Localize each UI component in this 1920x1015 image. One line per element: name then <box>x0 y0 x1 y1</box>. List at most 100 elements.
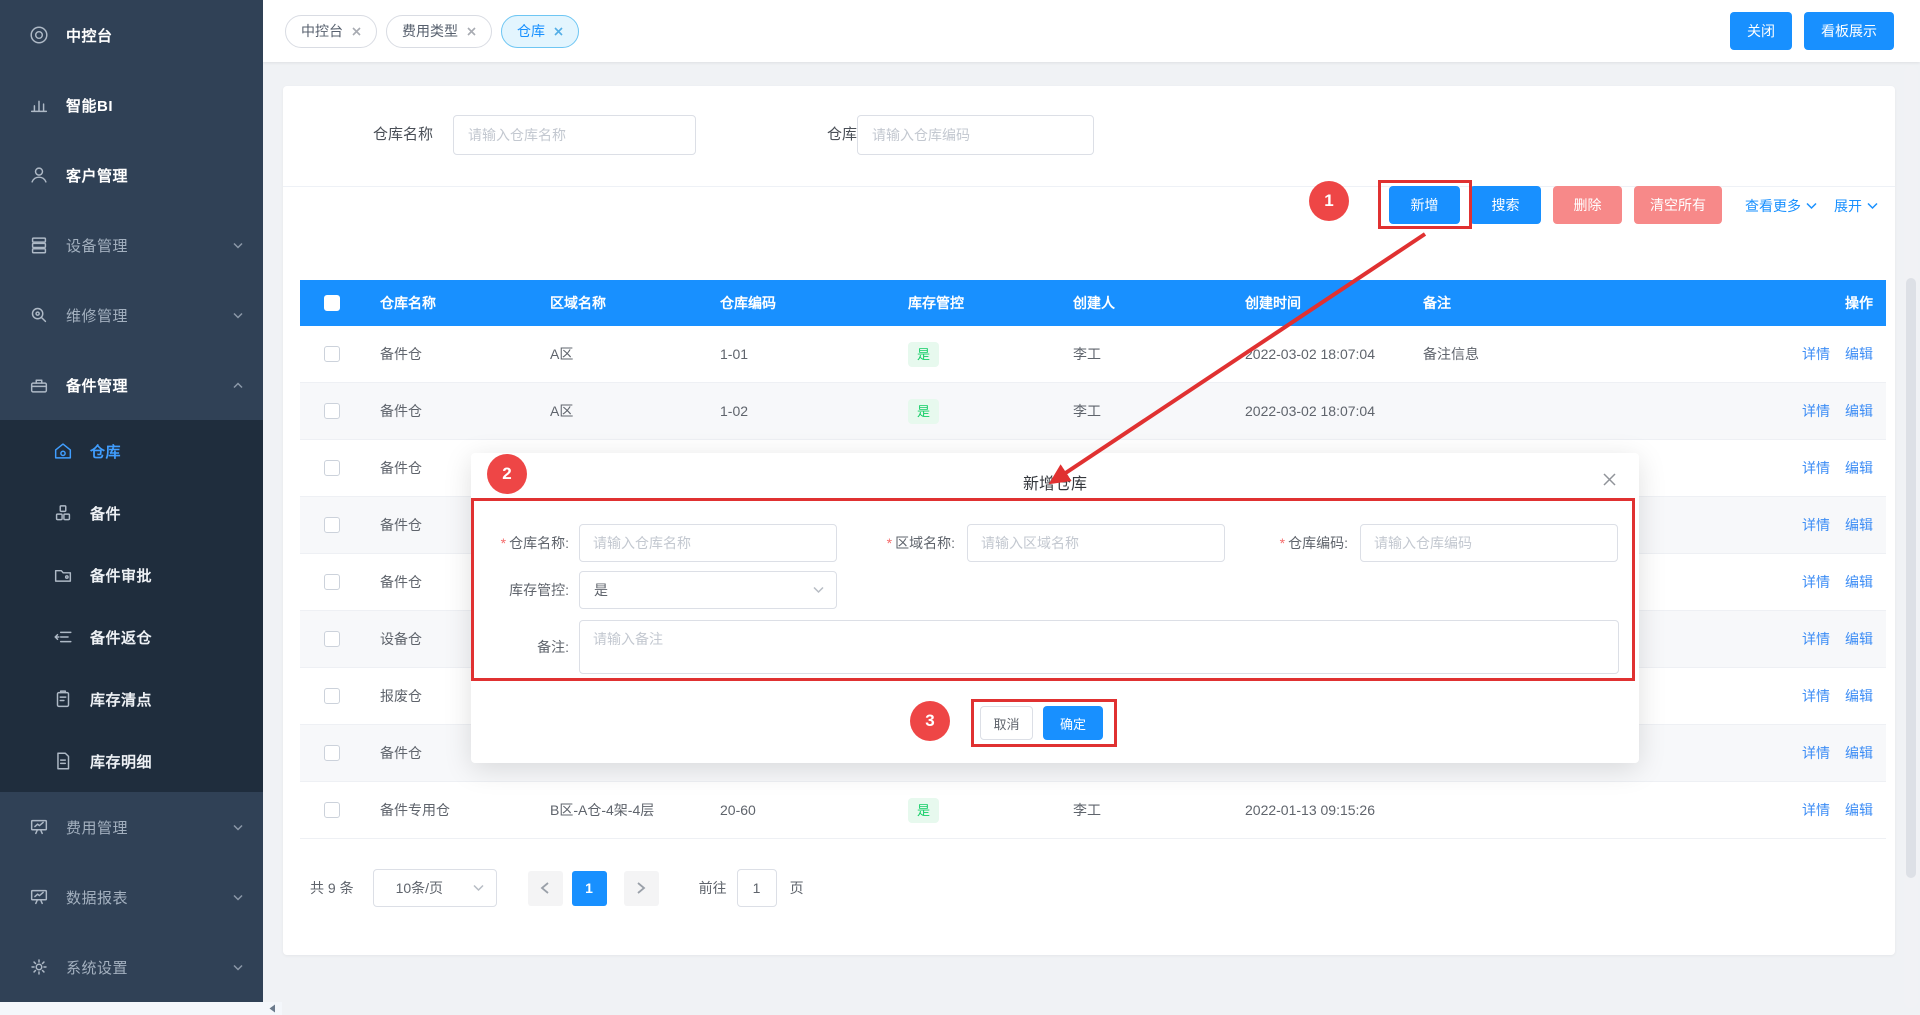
edit-link[interactable]: 编辑 <box>1845 458 1873 478</box>
edit-link[interactable]: 编辑 <box>1845 686 1873 706</box>
cancel-button[interactable]: 取消 <box>980 706 1033 740</box>
view-more-link[interactable]: 查看更多 <box>1745 196 1817 216</box>
detail-link[interactable]: 详情 <box>1802 629 1830 649</box>
tab-expense-type[interactable]: 费用类型 <box>386 15 492 48</box>
sidebar-item-console[interactable]: 中控台 <box>0 0 263 70</box>
sidebar-item-repairs[interactable]: 维修管理 <box>0 280 263 350</box>
sidebar-item-bi[interactable]: 智能BI <box>0 70 263 140</box>
header-area-name: 区域名称 <box>540 280 710 326</box>
board-display-button[interactable]: 看板展示 <box>1804 12 1894 50</box>
tab-close-icon[interactable] <box>467 27 476 36</box>
table-header: 仓库名称 区域名称 仓库编码 库存管控 创建人 创建时间 备注 操作 <box>300 280 1886 326</box>
table-row: 备件仓 A区 1-02 是 李工 2022-03-02 18:07:04 详情编… <box>300 383 1886 440</box>
tab-close-icon[interactable] <box>352 27 361 36</box>
expense-board-icon <box>28 816 50 838</box>
modal-stock-label: 库存管控: <box>481 571 569 609</box>
stock-control-badge: 是 <box>908 342 939 367</box>
modal-code-input[interactable] <box>1360 524 1618 562</box>
detail-link[interactable]: 详情 <box>1802 515 1830 535</box>
detail-link[interactable]: 详情 <box>1802 344 1830 364</box>
edit-link[interactable]: 编辑 <box>1845 401 1873 421</box>
header-warehouse-name: 仓库名称 <box>370 280 540 326</box>
sidebar-item-expenses[interactable]: 费用管理 <box>0 792 263 862</box>
header-create-time: 创建时间 <box>1235 280 1413 326</box>
edit-link[interactable]: 编辑 <box>1845 515 1873 535</box>
edit-link[interactable]: 编辑 <box>1845 800 1873 820</box>
tab-console[interactable]: 中控台 <box>285 15 377 48</box>
modal-remark-textarea[interactable] <box>579 620 1619 674</box>
sidebar-item-label: 备件 <box>90 503 121 524</box>
header-stock-control: 库存管控 <box>898 280 1063 326</box>
row-checkbox[interactable] <box>324 403 340 419</box>
edit-link[interactable]: 编辑 <box>1845 572 1873 592</box>
sidebar-item-label: 系统设置 <box>66 957 128 978</box>
sidebar-item-inventory-detail[interactable]: 库存明细 <box>0 730 263 792</box>
bi-chart-icon <box>28 94 50 116</box>
scrollbar-thumb[interactable] <box>1906 278 1916 878</box>
modal-area-label: *区域名称: <box>875 524 955 562</box>
prev-page-button[interactable] <box>528 871 563 906</box>
sidebar-item-parts[interactable]: 备件 <box>0 482 263 544</box>
chevron-down-icon <box>233 311 243 320</box>
goto-page-input[interactable] <box>737 869 777 907</box>
select-all-checkbox[interactable] <box>324 295 340 311</box>
sidebar-item-spare-parts[interactable]: 备件管理 <box>0 350 263 420</box>
edit-link[interactable]: 编辑 <box>1845 344 1873 364</box>
page-size-select[interactable]: 10条/页 <box>373 869 497 907</box>
detail-link[interactable]: 详情 <box>1802 572 1830 592</box>
cell-creator: 李工 <box>1063 383 1235 439</box>
confirm-button[interactable]: 确定 <box>1043 706 1103 740</box>
sidebar-item-devices[interactable]: 设备管理 <box>0 210 263 280</box>
row-checkbox[interactable] <box>324 517 340 533</box>
detail-link[interactable]: 详情 <box>1802 401 1830 421</box>
warehouse-name-input[interactable] <box>453 115 696 155</box>
chevron-left-icon <box>540 882 550 894</box>
row-checkbox[interactable] <box>324 460 340 476</box>
search-button[interactable]: 搜索 <box>1470 186 1541 224</box>
sidebar-item-label: 库存明细 <box>90 751 152 772</box>
sidebar-item-parts-return[interactable]: 备件返仓 <box>0 606 263 668</box>
sidebar-item-label: 智能BI <box>66 95 113 116</box>
next-page-button[interactable] <box>624 871 659 906</box>
modal-area-input[interactable] <box>967 524 1225 562</box>
row-checkbox[interactable] <box>324 574 340 590</box>
sidebar-collapse-bar[interactable] <box>0 1002 282 1015</box>
tab-label: 费用类型 <box>402 21 458 41</box>
sidebar-item-inventory-check[interactable]: 库存清点 <box>0 668 263 730</box>
modal-close-button[interactable] <box>1602 472 1617 487</box>
tab-close-icon[interactable] <box>554 27 563 36</box>
detail-link[interactable]: 详情 <box>1802 743 1830 763</box>
sidebar-item-reports[interactable]: 数据报表 <box>0 862 263 932</box>
sidebar-item-settings[interactable]: 系统设置 <box>0 932 263 1002</box>
sidebar-item-parts-approval[interactable]: 备件审批 <box>0 544 263 606</box>
edit-link[interactable]: 编辑 <box>1845 743 1873 763</box>
warehouse-icon <box>52 440 74 462</box>
clear-all-button[interactable]: 清空所有 <box>1634 186 1722 224</box>
tab-warehouse[interactable]: 仓库 <box>501 15 579 48</box>
delete-button[interactable]: 删除 <box>1553 186 1622 224</box>
current-page[interactable]: 1 <box>572 871 607 906</box>
tab-label: 仓库 <box>517 21 545 41</box>
detail-link[interactable]: 详情 <box>1802 458 1830 478</box>
row-checkbox[interactable] <box>324 745 340 761</box>
modal-stock-select[interactable]: 是 <box>579 571 837 609</box>
row-checkbox[interactable] <box>324 346 340 362</box>
cell-creator: 李工 <box>1063 782 1235 838</box>
settings-gear-icon <box>28 956 50 978</box>
close-button[interactable]: 关闭 <box>1730 12 1792 50</box>
sidebar-item-customers[interactable]: 客户管理 <box>0 140 263 210</box>
edit-link[interactable]: 编辑 <box>1845 629 1873 649</box>
row-checkbox[interactable] <box>324 802 340 818</box>
row-checkbox[interactable] <box>324 688 340 704</box>
warehouse-code-input[interactable] <box>857 115 1094 155</box>
row-checkbox[interactable] <box>324 631 340 647</box>
vertical-scrollbar[interactable] <box>1904 66 1918 1008</box>
detail-link[interactable]: 详情 <box>1802 686 1830 706</box>
detail-link[interactable]: 详情 <box>1802 800 1830 820</box>
stock-control-badge: 是 <box>908 399 939 424</box>
sidebar-item-label: 费用管理 <box>66 817 128 838</box>
add-button[interactable]: 新增 <box>1389 186 1460 224</box>
modal-name-input[interactable] <box>579 524 837 562</box>
sidebar-item-warehouse[interactable]: 仓库 <box>0 420 263 482</box>
expand-link[interactable]: 展开 <box>1834 196 1878 216</box>
